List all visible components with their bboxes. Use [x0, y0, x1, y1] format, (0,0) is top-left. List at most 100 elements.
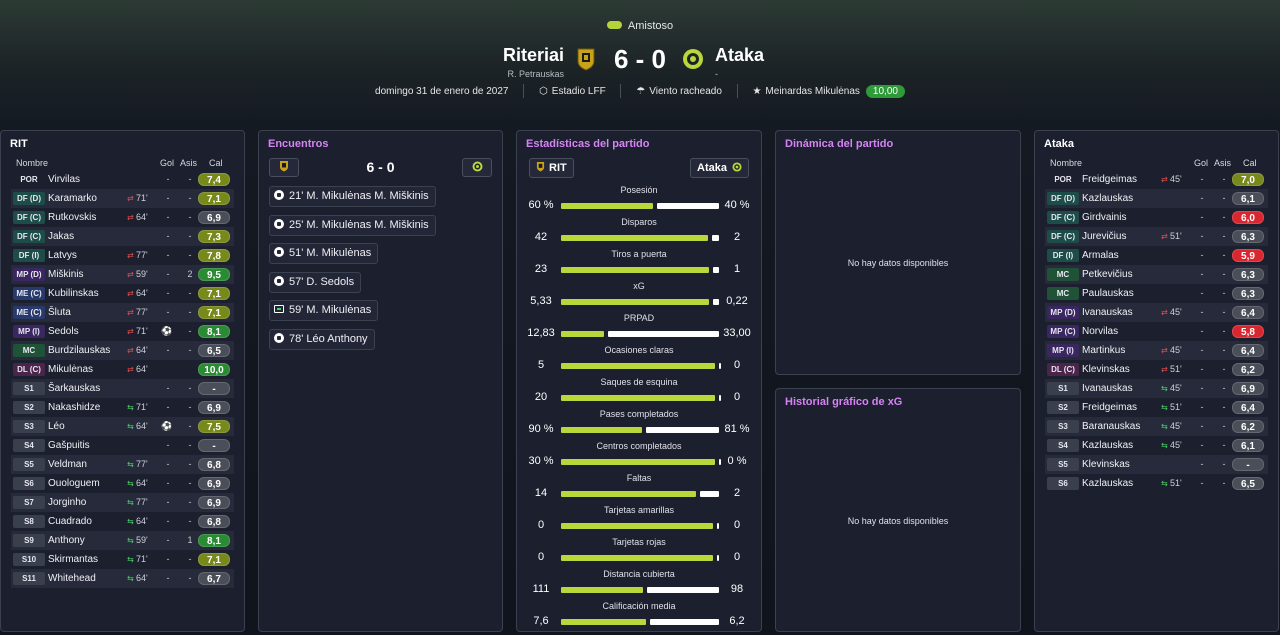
player-name[interactable]: Ouologuem — [48, 478, 100, 489]
player-name[interactable]: Paulauskas — [1082, 288, 1134, 299]
man-of-match[interactable]: ★ Meinardas Mikulėnas 10,00 — [752, 84, 905, 98]
player-name[interactable]: Kubilinskas — [48, 288, 99, 299]
player-name[interactable]: Ivanauskas — [1082, 307, 1133, 318]
player-name[interactable]: Petkevičius — [1082, 269, 1133, 280]
table-row[interactable]: S9 Anthony ⇆ 59' - 1 8,1 — [11, 531, 234, 550]
table-row[interactable]: S10 Skirmantas ⇆ 71' - -7,1 — [11, 550, 234, 569]
table-row[interactable]: POR Virvilas - -7,4 — [11, 170, 234, 189]
table-row[interactable]: DL (C) Mikulėnas ⇄ 64' 10,0 — [11, 360, 234, 379]
player-name[interactable]: Šarkauskas — [48, 383, 100, 394]
player-name[interactable]: Whitehead — [48, 573, 96, 584]
sub-out-icon: ⇄ — [127, 270, 136, 279]
player-name[interactable]: Skirmantas — [48, 554, 98, 565]
player-name[interactable]: Cuadrado — [48, 516, 92, 527]
player-name[interactable]: Mikulėnas — [48, 364, 93, 375]
rating-badge: 6,5 — [198, 344, 230, 357]
table-row[interactable]: S2 Freidgeimas ⇆ 51' - -6,4 — [1045, 398, 1268, 417]
player-name[interactable]: Rutkovskis — [48, 212, 96, 223]
player-name[interactable]: Kazlauskas — [1082, 193, 1133, 204]
stats-away-team[interactable]: Ataka — [690, 158, 749, 178]
player-name[interactable]: Freidgeimas — [1082, 174, 1137, 185]
player-name[interactable]: Miškinis — [48, 269, 84, 280]
table-row[interactable]: S6 Kazlauskas ⇆ 51' - -6,5 — [1045, 474, 1268, 493]
motm-name[interactable]: Meinardas Mikulėnas — [765, 86, 860, 97]
player-name[interactable]: Jakas — [48, 231, 74, 242]
table-row[interactable]: DF (D) Kazlauskas - -6,1 — [1045, 189, 1268, 208]
home-team[interactable]: Riteriai R. Petrauskas — [503, 45, 564, 79]
player-name[interactable]: Jorginho — [48, 497, 86, 508]
player-name[interactable]: Klevinskas — [1082, 459, 1130, 470]
home-manager[interactable]: R. Petrauskas — [503, 69, 564, 79]
table-row[interactable]: S11 Whitehead ⇆ 64' - -6,7 — [11, 569, 234, 588]
player-name[interactable]: Ivanauskas — [1082, 383, 1133, 394]
player-name[interactable]: Burdzilauskas — [48, 345, 110, 356]
player-name[interactable]: Baranauskas — [1082, 421, 1140, 432]
player-name[interactable]: Léo — [48, 421, 65, 432]
substitution: ⇄ 64' — [127, 288, 155, 298]
table-row[interactable]: S3 Baranauskas ⇆ 45' - -6,2 — [1045, 417, 1268, 436]
table-row[interactable]: DL (C) Klevinskas ⇄ 51' - -6,2 — [1045, 360, 1268, 379]
goals-value: - — [1200, 288, 1204, 298]
table-row[interactable]: S4 Gašpuitis - - - — [11, 436, 234, 455]
table-row[interactable]: DF (I) Latvys ⇄ 77' - -7,8 — [11, 246, 234, 265]
event-item[interactable]: 25' M. Mikulėnas M. Miškinis — [269, 214, 436, 236]
table-row[interactable]: MP (I) Martinkus ⇄ 45' - -6,4 — [1045, 341, 1268, 360]
table-row[interactable]: S7 Jorginho ⇆ 77' - -6,9 — [11, 493, 234, 512]
stat-home-bar — [561, 235, 708, 241]
table-row[interactable]: S2 Nakashidze ⇆ 71' - -6,9 — [11, 398, 234, 417]
stats-home-team[interactable]: RIT — [529, 158, 574, 178]
player-name[interactable]: Šluta — [48, 307, 71, 318]
table-row[interactable]: MC Burdzilauskas ⇄ 64' - -6,5 — [11, 341, 234, 360]
away-team[interactable]: Ataka - — [715, 45, 764, 79]
player-name[interactable]: Nakashidze — [48, 402, 100, 413]
player-name[interactable]: Anthony — [48, 535, 85, 546]
stadium[interactable]: ⬡ Estadio LFF — [539, 86, 606, 97]
player-name[interactable]: Latvys — [48, 250, 77, 261]
table-row[interactable]: ME (C) Kubilinskas ⇄ 64' - -7,1 — [11, 284, 234, 303]
table-row[interactable]: MC Paulauskas - -6,3 — [1045, 284, 1268, 303]
player-name[interactable]: Virvilas — [48, 174, 80, 185]
table-row[interactable]: S4 Kazlauskas ⇆ 45' - -6,1 — [1045, 436, 1268, 455]
table-row[interactable]: S3 Léo ⇆ 64' ⚽ -7,5 — [11, 417, 234, 436]
player-name[interactable]: Kazlauskas — [1082, 440, 1133, 451]
player-name[interactable]: Norvilas — [1082, 326, 1118, 337]
table-row[interactable]: POR Freidgeimas ⇄ 45' - -7,0 — [1045, 170, 1268, 189]
player-name[interactable]: Veldman — [48, 459, 87, 470]
table-row[interactable]: S5 Klevinskas - - - — [1045, 455, 1268, 474]
table-row[interactable]: S1 Ivanauskas ⇆ 45' - -6,9 — [1045, 379, 1268, 398]
table-row[interactable]: DF (C) Girdvainis - -6,0 — [1045, 208, 1268, 227]
player-name[interactable]: Kazlauskas — [1082, 478, 1133, 489]
table-row[interactable]: DF (C) Rutkovskis ⇄ 64' - -6,9 — [11, 208, 234, 227]
sub-minute: 64' — [135, 212, 148, 222]
event-item[interactable]: 59' M. Mikulėnas — [269, 300, 379, 321]
table-row[interactable]: S5 Veldman ⇆ 77' - -6,8 — [11, 455, 234, 474]
player-name[interactable]: Sedols — [48, 326, 79, 337]
player-name[interactable]: Freidgeimas — [1082, 402, 1137, 413]
event-item[interactable]: 21' M. Mikulėnas M. Miškinis — [269, 186, 436, 207]
table-row[interactable]: DF (C) Jurevičius ⇄ 51' - -6,3 — [1045, 227, 1268, 246]
player-name[interactable]: Gašpuitis — [48, 440, 90, 451]
table-row[interactable]: MP (D) Miškinis ⇄ 59' - 2 9,5 — [11, 265, 234, 284]
table-row[interactable]: MP (C) Norvilas - -5,8 — [1045, 322, 1268, 341]
event-item[interactable]: 57' D. Sedols — [269, 271, 362, 293]
table-row[interactable]: DF (D) Karamarko ⇄ 71' - -7,1 — [11, 189, 234, 208]
player-name[interactable]: Karamarko — [48, 193, 97, 204]
table-row[interactable]: S1 Šarkauskas - - - — [11, 379, 234, 398]
table-row[interactable]: DF (I) Armalas - -5,9 — [1045, 246, 1268, 265]
table-row[interactable]: S6 Ouologuem ⇆ 64' - -6,9 — [11, 474, 234, 493]
home-team-name[interactable]: Riteriai — [503, 45, 564, 66]
table-row[interactable]: S8 Cuadrado ⇆ 64' - -6,8 — [11, 512, 234, 531]
player-name[interactable]: Armalas — [1082, 250, 1119, 261]
table-row[interactable]: MP (D) Ivanauskas ⇄ 45' - -6,4 — [1045, 303, 1268, 322]
player-name[interactable]: Klevinskas — [1082, 364, 1130, 375]
table-row[interactable]: MC Petkevičius - -6,3 — [1045, 265, 1268, 284]
table-row[interactable]: ME (C) Šluta ⇄ 77' - -7,1 — [11, 303, 234, 322]
event-item[interactable]: 78' Léo Anthony — [269, 328, 375, 350]
player-name[interactable]: Jurevičius — [1082, 231, 1126, 242]
player-name[interactable]: Martinkus — [1082, 345, 1125, 356]
event-item[interactable]: 51' M. Mikulėnas — [269, 243, 379, 264]
player-name[interactable]: Girdvainis — [1082, 212, 1126, 223]
away-team-name[interactable]: Ataka — [715, 45, 764, 66]
table-row[interactable]: MP (I) Sedols ⇄ 71' ⚽ -8,1 — [11, 322, 234, 341]
table-row[interactable]: DF (C) Jakas - -7,3 — [11, 227, 234, 246]
